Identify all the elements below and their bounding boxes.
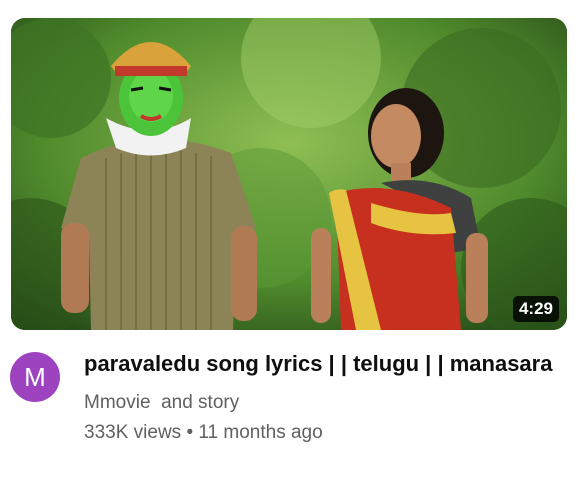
video-card[interactable]: 4:29 M paravaledu song lyrics | | telugu… [0, 0, 586, 500]
view-count: 333K views [84, 422, 182, 443]
video-metadata: paravaledu song lyrics | | telugu | | ma… [84, 348, 564, 446]
stats-separator: • [186, 422, 194, 443]
video-title[interactable]: paravaledu song lyrics | | telugu | | ma… [84, 348, 564, 380]
avatar-letter: M [24, 361, 46, 392]
channel-name[interactable]: Mmovie and story [84, 390, 564, 416]
video-stats: 333K views • 11 months ago [84, 420, 564, 446]
duration-badge: 4:29 [512, 296, 559, 322]
upload-age: 11 months ago [198, 422, 323, 443]
channel-avatar[interactable]: M [10, 352, 60, 402]
video-thumbnail[interactable]: 4:29 [11, 18, 567, 330]
thumbnail-image [11, 18, 567, 330]
